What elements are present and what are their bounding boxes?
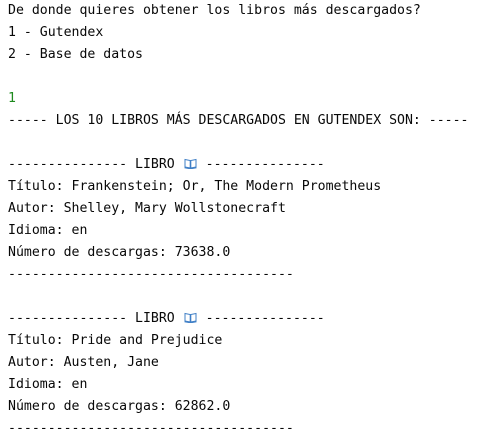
book-header-right: ---------------	[205, 311, 325, 326]
book-downloads: Número de descargas: 73638.0	[8, 245, 231, 260]
book-language: Idioma: en	[8, 377, 88, 392]
book-title: Título: Pride and Prejudice	[8, 333, 223, 348]
book-downloads: Número de descargas: 62862.0	[8, 399, 231, 414]
book-author: Autor: Shelley, Mary Wollstonecraft	[8, 201, 286, 216]
book-header-left: --------------- LIBRO	[8, 157, 175, 172]
book-header-left: --------------- LIBRO	[8, 311, 175, 326]
book-header: --------------- LIBRO ---------------	[8, 308, 325, 330]
book-header: --------------- LIBRO ---------------	[8, 154, 325, 176]
option-base-de-datos: 2 - Base de datos	[8, 47, 143, 62]
console-output[interactable]: De donde quieres obtener los libros más …	[0, 0, 497, 437]
book-separator: ------------------------------------	[8, 267, 294, 282]
book-header-right: ---------------	[205, 157, 325, 172]
book-language: Idioma: en	[8, 223, 88, 238]
book-author: Autor: Austen, Jane	[8, 355, 159, 370]
book-title: Título: Frankenstein; Or, The Modern Pro…	[8, 179, 382, 194]
open-book-icon	[184, 312, 197, 323]
user-input: 1	[8, 91, 16, 106]
option-gutendex: 1 - Gutendex	[8, 25, 104, 40]
prompt-question: De donde quieres obtener los libros más …	[8, 3, 421, 18]
results-header: ----- LOS 10 LIBROS MÁS DESCARGADOS EN G…	[8, 113, 469, 128]
open-book-icon	[184, 158, 197, 169]
